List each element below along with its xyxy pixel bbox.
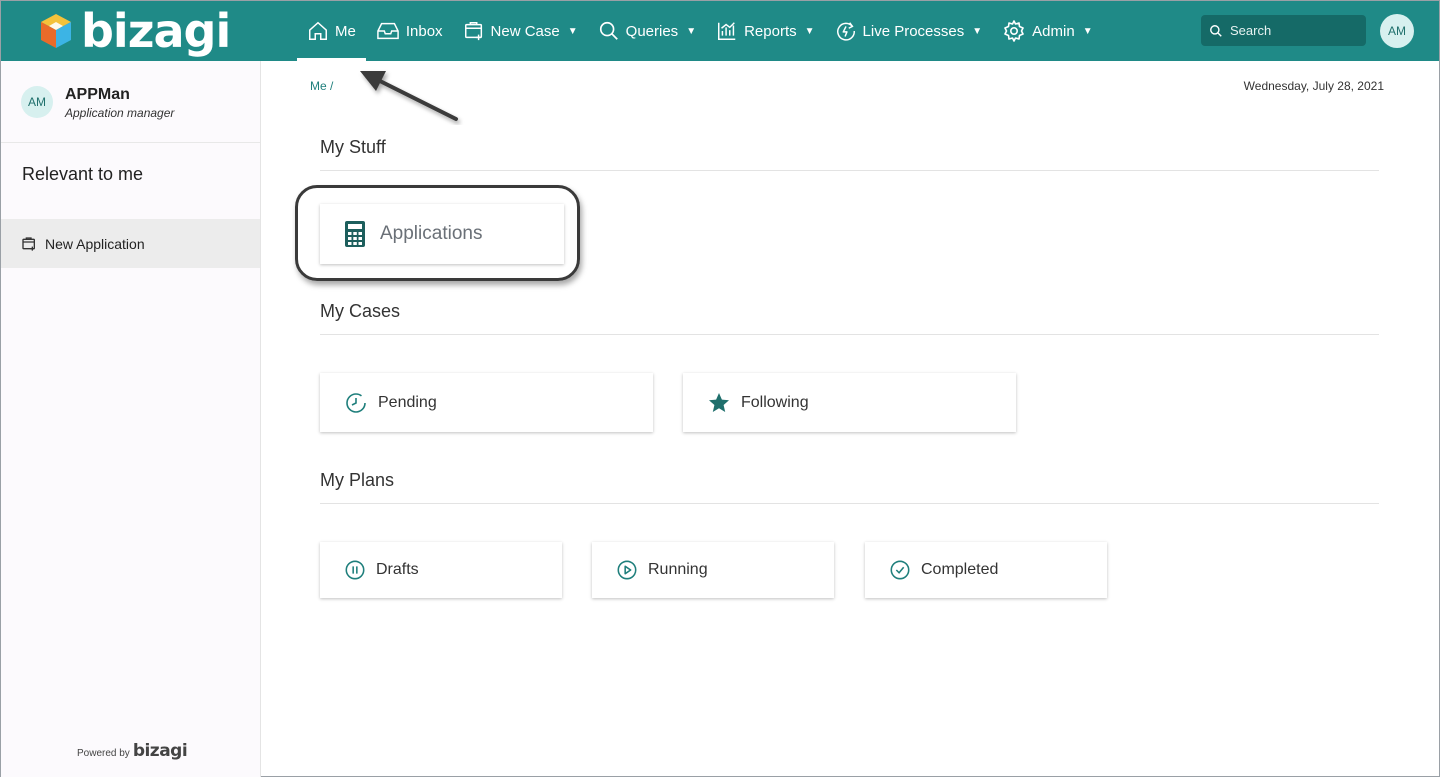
search-icon xyxy=(1210,24,1222,37)
sidebar: AM APPMan Application manager Relevant t… xyxy=(1,61,261,777)
nav-item-label: Live Processes xyxy=(862,22,965,40)
search-input[interactable] xyxy=(1230,23,1355,38)
chart-icon xyxy=(718,22,736,40)
section-title-my-plans: My Plans xyxy=(320,470,395,490)
main-nav: Me Inbox New Case ▼ Queries ▼ Reports ▼ … xyxy=(297,1,1103,61)
powered-by-text: Powered by xyxy=(77,748,130,759)
following-card[interactable]: Following xyxy=(683,373,1016,432)
card-label: Following xyxy=(741,393,809,411)
nav-item-new-case[interactable]: New Case ▼ xyxy=(453,1,588,61)
new-case-icon xyxy=(22,236,35,251)
nav-item-label: Queries xyxy=(625,22,679,40)
chevron-down-icon: ▼ xyxy=(804,25,815,37)
nav-item-label: New Case xyxy=(490,22,560,40)
nav-item-label: Admin xyxy=(1032,22,1075,40)
pending-card[interactable]: Pending xyxy=(320,373,653,432)
section-divider xyxy=(320,170,1379,171)
play-icon xyxy=(617,560,637,580)
completed-card[interactable]: Completed xyxy=(865,542,1107,598)
nav-item-live-processes[interactable]: Live Processes ▼ xyxy=(825,1,993,61)
user-name: APPMan xyxy=(65,86,130,103)
check-icon xyxy=(890,560,910,580)
bizagi-cube-icon xyxy=(41,14,71,48)
user-avatar-button[interactable]: AM xyxy=(1380,14,1414,48)
powered-by-logo: bizagi xyxy=(132,741,188,761)
current-date: Wednesday, July 28, 2021 xyxy=(1243,79,1384,93)
nav-item-inbox[interactable]: Inbox xyxy=(366,1,453,61)
sidebar-section-title: Relevant to me xyxy=(22,164,144,184)
nav-item-queries[interactable]: Queries ▼ xyxy=(588,1,706,61)
section-title-my-stuff: My Stuff xyxy=(320,137,386,157)
nav-item-admin[interactable]: Admin ▼ xyxy=(992,1,1102,61)
highlight-annotation xyxy=(295,185,580,281)
breadcrumb[interactable]: Me / xyxy=(310,79,333,93)
search-box[interactable] xyxy=(1201,15,1366,46)
nav-item-reports[interactable]: Reports ▼ xyxy=(706,1,824,61)
avatar: AM xyxy=(21,86,53,118)
nav-item-label: Inbox xyxy=(405,22,443,40)
live-process-icon xyxy=(836,22,855,41)
card-label: Pending xyxy=(378,393,437,411)
nav-item-label: Reports xyxy=(744,22,797,40)
section-divider xyxy=(320,334,1379,335)
sidebar-item-new-application[interactable]: New Application xyxy=(1,219,260,268)
nav-item-label: Me xyxy=(335,22,356,40)
star-icon xyxy=(709,392,729,412)
new-case-icon xyxy=(464,22,482,41)
sidebar-item-label: New Application xyxy=(45,235,145,252)
card-label: Drafts xyxy=(376,561,419,578)
drafts-card[interactable]: Drafts xyxy=(320,542,562,598)
top-navigation-bar: bizagi Me Inbox New Case ▼ Queries ▼ Rep… xyxy=(1,1,1439,61)
nav-item-me[interactable]: Me xyxy=(297,1,366,61)
user-profile: AM APPMan Application manager xyxy=(1,61,260,143)
home-icon xyxy=(309,21,327,40)
bizagi-logo[interactable]: bizagi xyxy=(39,4,231,58)
search-icon xyxy=(599,21,618,40)
inbox-icon xyxy=(377,22,399,40)
chevron-down-icon: ▼ xyxy=(567,25,578,37)
clock-icon xyxy=(346,392,366,413)
chevron-down-icon: ▼ xyxy=(1082,25,1093,37)
pause-icon xyxy=(345,560,365,580)
user-role: Application manager xyxy=(65,106,175,120)
chevron-down-icon: ▼ xyxy=(686,25,697,37)
section-divider xyxy=(320,503,1379,504)
annotation-arrow xyxy=(360,71,458,121)
chevron-down-icon: ▼ xyxy=(972,25,983,37)
running-card[interactable]: Running xyxy=(592,542,834,598)
section-title-my-cases: My Cases xyxy=(320,301,401,321)
gear-icon xyxy=(1004,20,1024,42)
bizagi-wordmark: bizagi xyxy=(81,4,231,58)
powered-by-footer: Powered by bizagi xyxy=(77,741,188,761)
card-label: Running xyxy=(648,561,708,578)
card-label: Completed xyxy=(921,561,999,578)
